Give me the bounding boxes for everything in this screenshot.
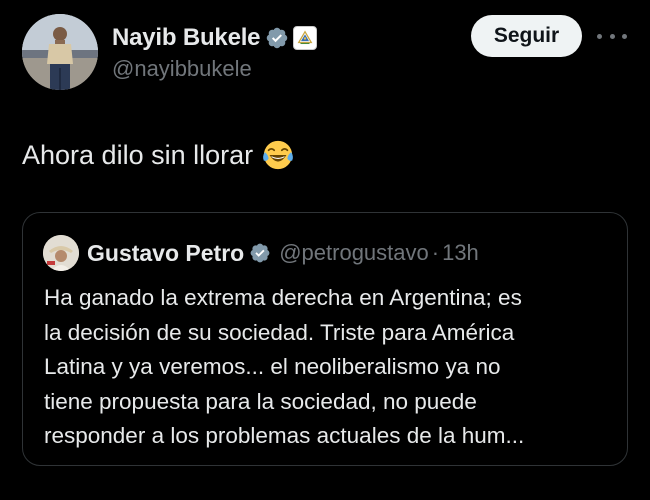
tweet-card: Nayib Bukele @nayibbukele Seguir Ahora d…	[0, 0, 650, 500]
verified-badge-icon[interactable]	[265, 26, 289, 50]
more-dot	[622, 33, 627, 39]
tweet-text: Ahora dilo sin llorar	[22, 138, 295, 172]
quoted-header: Gustavo Petro @petrogustavo · 13h	[87, 237, 479, 269]
tears-of-joy-emoji-icon	[263, 140, 294, 170]
quoted-text-line: responder a los problemas actuales de la…	[44, 423, 525, 448]
author-avatar[interactable]	[22, 14, 98, 90]
quoted-tweet-text: Ha ganado la extrema derecha en Argentin…	[44, 281, 612, 454]
quoted-author-avatar[interactable]	[43, 235, 79, 271]
author-handle[interactable]: @nayibbukele	[112, 56, 252, 82]
el-salvador-coat-of-arms-icon[interactable]	[293, 26, 318, 50]
author-name-row: Nayib Bukele	[112, 22, 318, 54]
more-dot	[609, 33, 615, 39]
author-display-name[interactable]: Nayib Bukele	[112, 24, 261, 52]
quoted-author-handle[interactable]: @petrogustavo	[279, 240, 429, 266]
quoted-text-line: la decisión de su sociedad. Triste para …	[44, 319, 515, 345]
quoted-text-line: Latina y ya veremos... el neoliberalismo…	[44, 354, 501, 379]
follow-button[interactable]: Seguir	[471, 15, 582, 57]
quoted-text-line: tiene propuesta para la sociedad, no pue…	[44, 388, 477, 414]
quoted-tweet[interactable]: Gustavo Petro @petrogustavo · 13h Ha gan…	[22, 212, 628, 466]
quoted-text-line: Ha ganado la extrema derecha en Argentin…	[44, 285, 522, 310]
separator-dot: ·	[431, 240, 440, 265]
quoted-author-name[interactable]: Gustavo Petro	[87, 240, 244, 267]
more-dot	[597, 33, 602, 39]
more-options-icon[interactable]	[597, 26, 627, 46]
verified-badge-icon[interactable]	[249, 242, 271, 264]
author-avatar-image	[22, 14, 98, 90]
quoted-author-avatar-image	[43, 235, 79, 271]
tweet-text-content: Ahora dilo sin llorar	[22, 139, 254, 170]
quoted-timestamp[interactable]: 13h	[442, 240, 479, 266]
